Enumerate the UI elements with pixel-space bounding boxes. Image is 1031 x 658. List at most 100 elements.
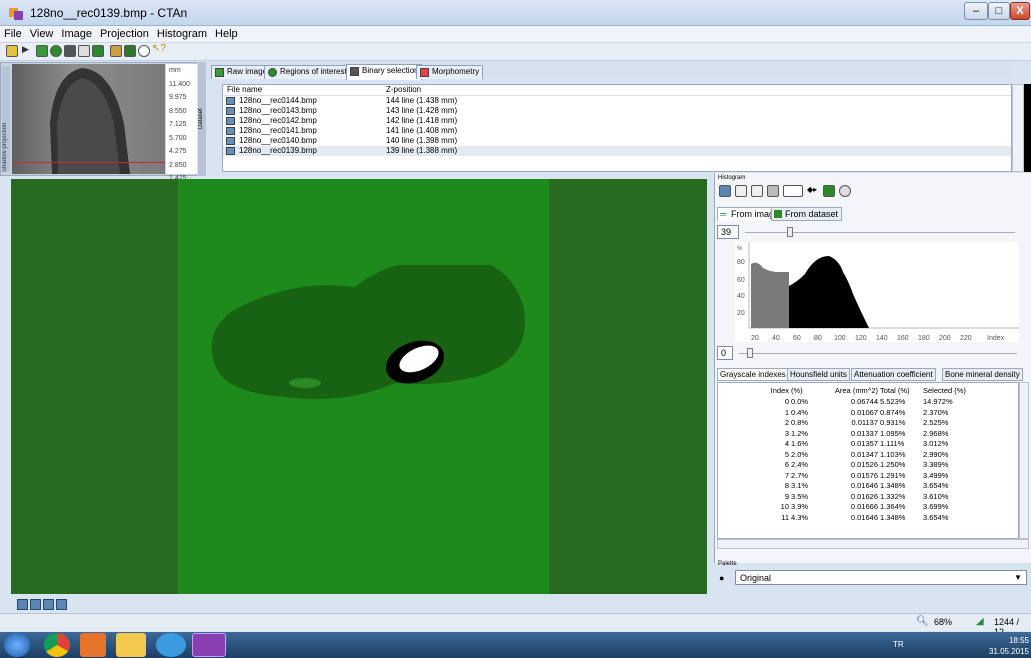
cell-index: 10	[780, 502, 789, 511]
render-tool-icon[interactable]	[124, 45, 136, 57]
file-z-position: 139 line (1.388 mm)	[386, 146, 458, 155]
hist-apply-icon[interactable]	[823, 185, 835, 197]
explorer-icon[interactable]	[116, 633, 146, 657]
ctan-taskbar-icon[interactable]	[192, 633, 226, 657]
tab-regions-of-interest[interactable]: Regions of interest	[264, 65, 351, 79]
menu-help[interactable]: Help	[211, 26, 242, 42]
upper-threshold-slider[interactable]	[787, 227, 793, 237]
table-row[interactable]: 0 0.0% 0.06744 5.523% 14.972%	[718, 397, 1018, 408]
tab-bone-mineral-density[interactable]: Bone mineral density	[942, 368, 1023, 381]
table-row[interactable]: 1 0.4% 0.01067 0.874% 2.370%	[718, 408, 1018, 419]
col-selected[interactable]: Selected (%)	[923, 386, 966, 395]
file-row[interactable]: 128no__rec0142.bmp 142 line (1.418 mm)	[223, 116, 1011, 126]
palette-value: Original	[740, 573, 772, 583]
table-row[interactable]: 2 0.8% 0.01137 0.931% 2.525%	[718, 418, 1018, 429]
table-row[interactable]: 4 1.6% 0.01357 1.111% 3.012%	[718, 439, 1018, 450]
dataset-label: Dataset	[198, 62, 206, 176]
roi-tool-icon[interactable]	[50, 45, 62, 57]
table-row[interactable]: 11 4.3% 0.01646 1.348% 3.654%	[718, 513, 1018, 524]
tab-label: Binary selection	[362, 66, 419, 75]
view-mode-1-icon[interactable]	[17, 599, 28, 610]
tab-grayscale-indexes[interactable]: Grayscale indexes	[717, 368, 789, 381]
chrome-icon[interactable]	[44, 633, 70, 657]
col-total[interactable]: Total (%)	[880, 386, 910, 395]
menu-image[interactable]: Image	[57, 26, 96, 42]
view-mode-2-icon[interactable]	[30, 599, 41, 610]
morphometry-tool-icon[interactable]	[92, 45, 104, 57]
hist-settings-icon[interactable]	[767, 185, 779, 197]
table-horizontal-scrollbar[interactable]	[717, 539, 1029, 549]
hist-refresh-icon[interactable]	[839, 185, 851, 197]
cell-selected: 3.654%	[923, 512, 949, 522]
menu-view[interactable]: View	[26, 26, 58, 42]
col-area[interactable]: Area (mm^2)	[828, 386, 878, 395]
hist-image-icon[interactable]	[719, 185, 731, 197]
office-icon[interactable]	[80, 633, 106, 657]
upper-threshold-input[interactable]: 39	[717, 225, 739, 239]
file-z-position: 143 line (1.428 mm)	[386, 106, 458, 115]
palette-select[interactable]: Original ▼	[735, 570, 1027, 585]
view-mode-3-icon[interactable]	[43, 599, 54, 610]
slice-position-line[interactable]	[12, 162, 165, 163]
file-row[interactable]: 128no__rec0141.bmp 141 line (1.408 mm)	[223, 126, 1011, 136]
hist-shape-icon[interactable]	[783, 185, 803, 197]
file-row[interactable]: 128no__rec0144.bmp 144 line (1.438 mm)	[223, 96, 1011, 106]
col-index[interactable]: Index	[763, 386, 789, 395]
input-language[interactable]: TR	[893, 640, 904, 649]
close-button[interactable]: X	[1010, 2, 1030, 20]
tab-binary-selection[interactable]: Binary selection	[346, 64, 423, 80]
table-row[interactable]: 9 3.5% 0.01626 1.332% 3.610%	[718, 492, 1018, 503]
menu-projection[interactable]: Projection	[96, 26, 153, 42]
tab-hounsfield-units[interactable]: Hounsfield units	[787, 368, 850, 381]
hist-paste-icon[interactable]	[751, 185, 763, 197]
file-row[interactable]: 128no__rec0143.bmp 143 line (1.428 mm)	[223, 106, 1011, 116]
file-row-selected[interactable]: 128no__rec0139.bmp 139 line (1.388 mm)	[223, 146, 1011, 156]
file-row[interactable]: 128no__rec0140.bmp 140 line (1.398 mm)	[223, 136, 1011, 146]
projection-scale: mm 11.400 9.975 8.550 7.125 5.700 4.275 …	[166, 64, 197, 182]
table-row[interactable]: 8 3.1% 0.01646 1.348% 3.654%	[718, 481, 1018, 492]
maximize-button[interactable]: □	[988, 2, 1010, 20]
tab-morphometry[interactable]: Morphometry	[416, 65, 484, 79]
col-file-name[interactable]: File name	[227, 85, 262, 94]
hist-arrows-icon[interactable]: ◆▸	[807, 185, 819, 197]
start-button[interactable]	[4, 633, 30, 657]
table-row[interactable]: 5 2.0% 0.01347 1.103% 2.990%	[718, 450, 1018, 461]
menu-histogram[interactable]: Histogram	[153, 26, 211, 42]
measure-tool-icon[interactable]	[110, 45, 122, 57]
scale-label: mm	[169, 67, 181, 74]
binary-slice-image[interactable]	[205, 265, 525, 405]
file-list-header: File name Z-position	[223, 85, 1011, 96]
file-list-scrollbar[interactable]	[1012, 84, 1024, 172]
y-tick-20: 20	[737, 310, 745, 317]
lower-threshold-slider[interactable]	[747, 348, 753, 358]
open-icon[interactable]	[6, 45, 18, 57]
table-row[interactable]: 3 1.2% 0.01337 1.095% 2.968%	[718, 429, 1018, 440]
shadow-projection-image[interactable]	[12, 64, 165, 174]
tab-attenuation-coefficient[interactable]: Attenuation coefficient	[851, 368, 936, 381]
arrow-right-icon[interactable]: ▶	[22, 44, 34, 56]
table-row[interactable]: 7 2.7% 0.01576 1.291% 3.499%	[718, 471, 1018, 482]
rotate-tool-icon[interactable]	[138, 45, 150, 57]
view-mode-4-icon[interactable]	[56, 599, 67, 610]
histogram-source-tabs: ═ From image From dataset	[717, 207, 1017, 221]
menu-file[interactable]: File	[0, 26, 26, 42]
raw-images-tool-icon[interactable]	[36, 45, 48, 57]
hist-copy-icon[interactable]	[735, 185, 747, 197]
table-vertical-scrollbar[interactable]	[1019, 382, 1029, 539]
table-row[interactable]: 6 2.4% 0.01526 1.250% 3.389%	[718, 460, 1018, 471]
histogram-chart[interactable]: % 80 60 40 20 20 40 60 80 100 120 140 16…	[735, 242, 1019, 342]
cell-area: 0.01357	[850, 439, 878, 448]
minimize-button[interactable]: –	[964, 2, 988, 20]
cell-total: 1.332%	[880, 491, 906, 501]
col-percent[interactable]: (%)	[791, 386, 803, 395]
binary-tool-icon[interactable]	[64, 45, 76, 57]
tab-from-dataset[interactable]: From dataset	[771, 207, 843, 221]
grid-tool-icon[interactable]	[78, 45, 90, 57]
help-pointer-icon[interactable]: ↖?	[152, 43, 166, 55]
internet-explorer-icon[interactable]	[156, 633, 186, 657]
system-clock[interactable]: 18:55 31.05.2015	[987, 635, 1029, 657]
menu-bar: File View Image Projection Histogram Help	[0, 26, 1031, 43]
lower-threshold-input[interactable]: 0	[717, 346, 733, 360]
col-z-position[interactable]: Z-position	[386, 85, 421, 94]
table-row[interactable]: 10 3.9% 0.01666 1.364% 3.699%	[718, 502, 1018, 513]
